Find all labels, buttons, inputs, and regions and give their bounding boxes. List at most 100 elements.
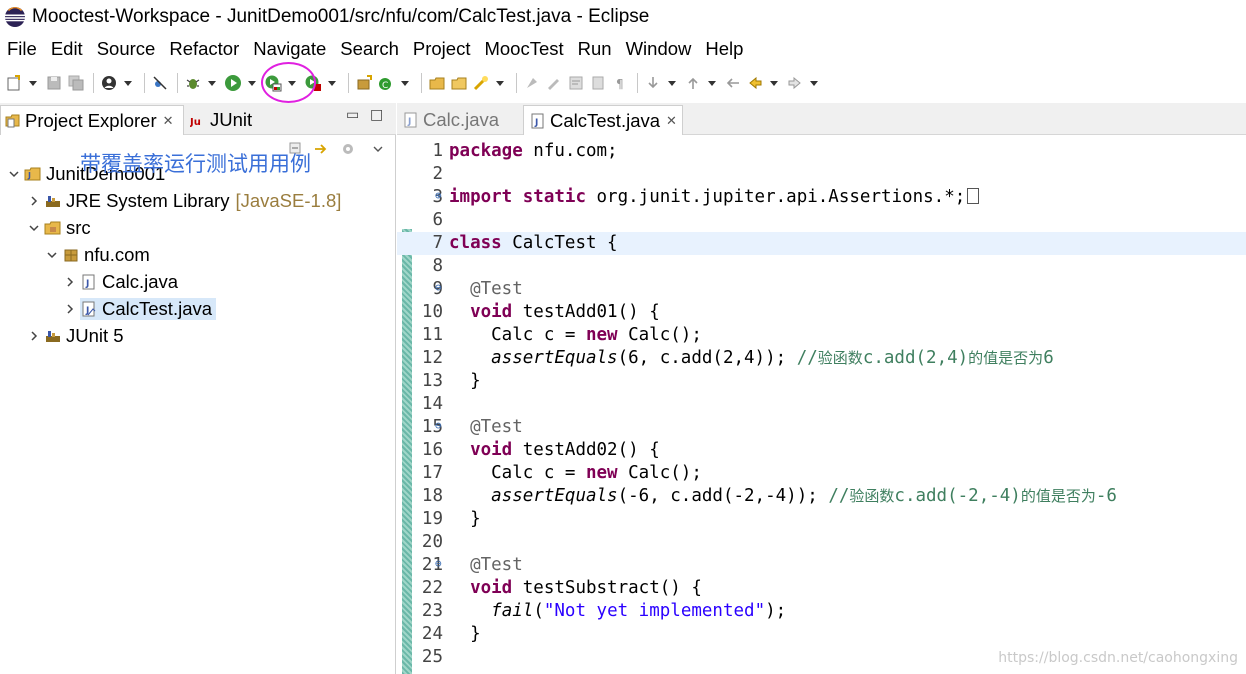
code-line[interactable]: 20 — [397, 531, 1246, 554]
tree-item-junit5[interactable]: JUnit 5 — [26, 323, 124, 349]
fold-collapse-icon[interactable]: ⊖ — [435, 414, 442, 437]
show-whitespace-icon[interactable]: ¶ — [610, 73, 630, 93]
toggle-mark-icon[interactable] — [522, 73, 542, 93]
menu-edit[interactable]: Edit — [44, 38, 90, 60]
chevron-down-icon[interactable] — [6, 166, 22, 182]
code-line[interactable]: 12 assertEquals(6, c.add(2,4)); //验函数c.a… — [397, 347, 1246, 370]
close-icon[interactable]: ✕ — [163, 113, 174, 129]
tab-junit[interactable]: Ju JUnit — [186, 105, 252, 135]
new-class-icon[interactable]: C — [376, 73, 396, 93]
code-line[interactable]: 13 } — [397, 370, 1246, 393]
tree-item-calc-java[interactable]: J Calc.java — [62, 269, 178, 295]
view-menu-gear-icon[interactable] — [340, 141, 356, 157]
code-line[interactable]: 15 ⊖ @Test — [397, 416, 1246, 439]
chevron-down-icon[interactable] — [44, 247, 60, 263]
fold-collapse-icon[interactable]: ⊖ — [435, 552, 442, 575]
new-wizard-icon[interactable] — [4, 73, 24, 93]
menu-mooctest[interactable]: MoocTest — [477, 38, 570, 60]
code-line[interactable]: 19 } — [397, 508, 1246, 531]
menu-navigate[interactable]: Navigate — [246, 38, 333, 60]
code-line[interactable]: 22 void testSubstract() { — [397, 577, 1246, 600]
search-dropdown-icon[interactable] — [493, 73, 507, 93]
save-icon[interactable] — [44, 73, 64, 93]
toggle-edit-icon[interactable] — [544, 73, 564, 93]
prev-annotation-dropdown-icon[interactable] — [705, 73, 719, 93]
code-text: class CalcTest { — [449, 233, 618, 253]
menu-window[interactable]: Window — [619, 38, 699, 60]
chevron-right-icon[interactable] — [26, 328, 42, 344]
code-line[interactable]: 18 assertEquals(-6, c.add(-2,-4)); //验函数… — [397, 485, 1246, 508]
external-tools-icon[interactable] — [303, 73, 323, 93]
link-with-editor-icon[interactable] — [312, 141, 328, 157]
last-edit-location-icon[interactable] — [723, 73, 743, 93]
toggle-word-wrap-icon[interactable] — [566, 73, 586, 93]
open-type-icon[interactable] — [427, 73, 447, 93]
menu-refactor[interactable]: Refactor — [162, 38, 246, 60]
back-icon[interactable] — [745, 73, 765, 93]
save-all-icon[interactable] — [66, 73, 86, 93]
new-class-dropdown-icon[interactable] — [398, 73, 412, 93]
code-line[interactable]: 16 void testAdd02() { — [397, 439, 1246, 462]
toggle-block-icon[interactable] — [588, 73, 608, 93]
debug-icon[interactable] — [183, 73, 203, 93]
code-line[interactable]: 6 — [397, 209, 1246, 232]
menu-help[interactable]: Help — [698, 38, 750, 60]
menu-search[interactable]: Search — [333, 38, 406, 60]
code-line[interactable]: 10 void testAdd01() { — [397, 301, 1246, 324]
chevron-right-icon[interactable] — [62, 274, 78, 290]
search-tool-icon[interactable] — [471, 73, 491, 93]
fold-expand-icon[interactable]: ⊕ — [435, 184, 442, 207]
run-dropdown-icon[interactable] — [245, 73, 259, 93]
code-line[interactable]: 8 — [397, 255, 1246, 278]
folded-marker-icon[interactable] — [967, 188, 980, 204]
skip-breakpoints-icon[interactable] — [150, 73, 170, 93]
menu-source[interactable]: Source — [90, 38, 163, 60]
next-annotation-icon[interactable] — [643, 73, 663, 93]
tab-project-explorer[interactable]: Project Explorer ✕ — [0, 105, 184, 135]
forward-dropdown-icon[interactable] — [807, 73, 821, 93]
tab-calctest-java[interactable]: J CalcTest.java ✕ — [523, 105, 683, 135]
code-line[interactable]: 3 ⊕ import static org.junit.jupiter.api.As… — [397, 186, 1246, 209]
tree-item-calctest-java[interactable]: J CalcTest.java — [62, 296, 217, 322]
code-line[interactable]: 24 } — [397, 623, 1246, 646]
chevron-right-icon[interactable] — [62, 301, 78, 317]
tree-item-package[interactable]: nfu.com — [44, 242, 150, 268]
menu-run[interactable]: Run — [571, 38, 619, 60]
profile-dropdown-icon[interactable] — [121, 73, 135, 93]
new-package-icon[interactable] — [354, 73, 374, 93]
new-dropdown-icon[interactable] — [26, 73, 40, 93]
view-menu-chevron-down-icon[interactable] — [372, 143, 384, 155]
menu-file[interactable]: File — [0, 38, 44, 60]
code-line[interactable]: 21 ⊖ @Test — [397, 554, 1246, 577]
maximize-icon[interactable]: □ — [370, 107, 383, 123]
code-line[interactable]: 14 — [397, 393, 1246, 416]
debug-dropdown-icon[interactable] — [205, 73, 219, 93]
external-tools-dropdown-icon[interactable] — [325, 73, 339, 93]
prev-annotation-icon[interactable] — [683, 73, 703, 93]
chevron-down-icon[interactable] — [26, 220, 42, 236]
next-annotation-dropdown-icon[interactable] — [665, 73, 679, 93]
close-icon[interactable]: ✕ — [666, 113, 677, 129]
code-line[interactable]: 1 package nfu.com; — [397, 140, 1246, 163]
coverage-run-icon[interactable] — [263, 73, 283, 93]
chevron-right-icon[interactable] — [26, 193, 42, 209]
code-line[interactable]: 9 ⊖ @Test — [397, 278, 1246, 301]
minimize-icon[interactable]: ▭ — [346, 107, 359, 123]
code-line[interactable]: 2 — [397, 163, 1246, 186]
tree-item-src[interactable]: src — [26, 215, 91, 241]
forward-icon[interactable] — [785, 73, 805, 93]
menu-project[interactable]: Project — [406, 38, 478, 60]
code-line[interactable]: 17 Calc c = new Calc(); — [397, 462, 1246, 485]
fold-collapse-icon[interactable]: ⊖ — [435, 276, 442, 299]
selected-tree-item[interactable]: J CalcTest.java — [80, 298, 217, 320]
profile-icon[interactable] — [99, 73, 119, 93]
coverage-dropdown-icon[interactable] — [285, 73, 299, 93]
tree-item-jre-library[interactable]: JRE System Library [JavaSE-1.8] — [26, 188, 341, 214]
code-line[interactable]: 11 Calc c = new Calc(); — [397, 324, 1246, 347]
code-line[interactable]: 23 fail("Not yet implemented"); — [397, 600, 1246, 623]
back-dropdown-icon[interactable] — [767, 73, 781, 93]
tab-calc-java[interactable]: J Calc.java — [397, 105, 519, 135]
code-line[interactable]: 7 class CalcTest { — [397, 232, 1246, 255]
run-icon[interactable] — [223, 73, 243, 93]
open-folder-icon[interactable] — [449, 73, 469, 93]
